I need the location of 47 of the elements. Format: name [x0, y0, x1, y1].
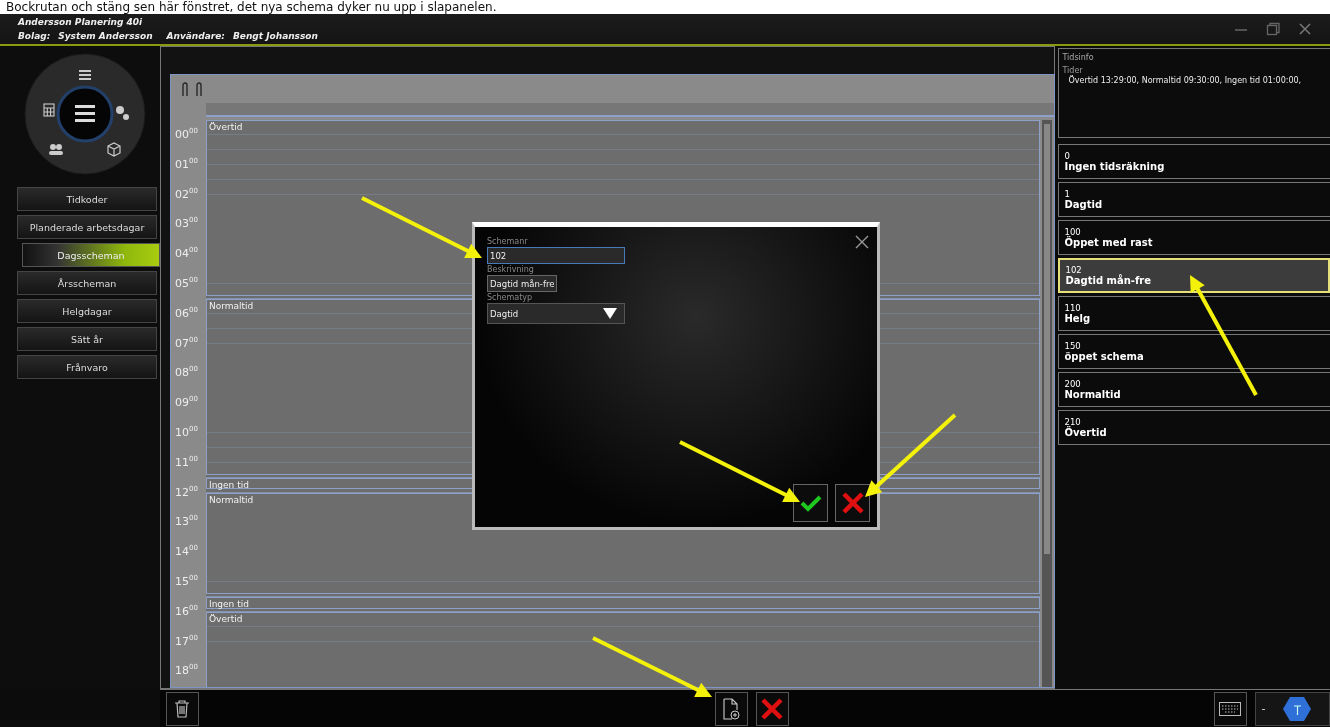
hour-label: 17$^{00}$ — [175, 632, 198, 650]
schedule-number: 1 — [1064, 189, 1071, 199]
schedule-name: Helg — [1064, 313, 1092, 324]
schedule-number: 200 — [1064, 379, 1082, 389]
app-title: Andersson Planering 40i — [18, 17, 144, 27]
schedule-number: 210 — [1064, 417, 1081, 427]
user-label: Användare: — [166, 31, 225, 41]
schedule-name: Övertid — [1064, 427, 1108, 438]
hour-label: 05$^{00}$ — [175, 275, 198, 292]
panel-title: Tidsinfo — [1062, 53, 1095, 62]
hour-label: 09$^{00}$ — [175, 394, 198, 411]
times-label: Tider — [1062, 66, 1084, 75]
hour-label: 11$^{00}$ — [175, 453, 198, 471]
schedule-name: öppet schema — [1064, 351, 1145, 362]
hour-label: 12$^{00}$ — [175, 483, 198, 501]
hour-label: 13$^{00}$ — [175, 513, 198, 531]
schedule-number: 100 — [1064, 227, 1081, 237]
company-name: System Andersson — [58, 31, 153, 41]
hour-label: 14$^{00}$ — [175, 543, 198, 560]
hour-label: 08$^{00}$ — [175, 364, 198, 382]
schedule-name: Dagtid — [1064, 199, 1104, 210]
field-label: Schemanr — [487, 236, 528, 247]
hour-label: 03$^{00}$ — [175, 215, 198, 233]
schedule-name: Dagtid mån-fre — [1065, 275, 1153, 286]
hour-label: 02$^{00}$ — [175, 185, 198, 203]
hour-label: 04$^{00}$ — [175, 245, 198, 262]
field-label: Beskrivning — [487, 264, 534, 275]
user-name: Bengt Johansson — [232, 31, 318, 41]
company-label: Bolag: — [18, 31, 51, 41]
hour-label: 15$^{00}$ — [175, 573, 198, 590]
schedule-number: 110 — [1064, 303, 1082, 313]
hour-label: 16$^{00}$ — [175, 602, 198, 620]
schedule-name: Ingen tidsräkning — [1064, 161, 1166, 172]
schedule-number: 150 — [1064, 341, 1082, 351]
hour-label: 01$^{00}$ — [175, 155, 198, 173]
zoom-text: - — [1261, 702, 1266, 715]
schedule-name: Normaltid — [1064, 389, 1122, 400]
schedule-number: 0 — [1064, 151, 1071, 161]
schedule-number: 102 — [1065, 265, 1083, 275]
times-summary: Övertid 13:29:00, Normaltid 09:30:00, Ingen tid 01:00:00, — [1068, 76, 1303, 85]
hour-label: 07$^{00}$ — [175, 334, 198, 352]
hour-label: 10$^{00}$ — [175, 424, 198, 441]
caption-text: Bockrutan och stäng sen här fönstret, det nya schema dyker nu upp i slapanelen. — [0, 0, 1330, 14]
hour-label: 18$^{00}$ — [175, 662, 198, 680]
hour-label: 00$^{00}$ — [175, 126, 198, 143]
schedule-name: Öppet med rast — [1064, 237, 1154, 248]
hour-label: 06$^{00}$ — [175, 304, 198, 322]
